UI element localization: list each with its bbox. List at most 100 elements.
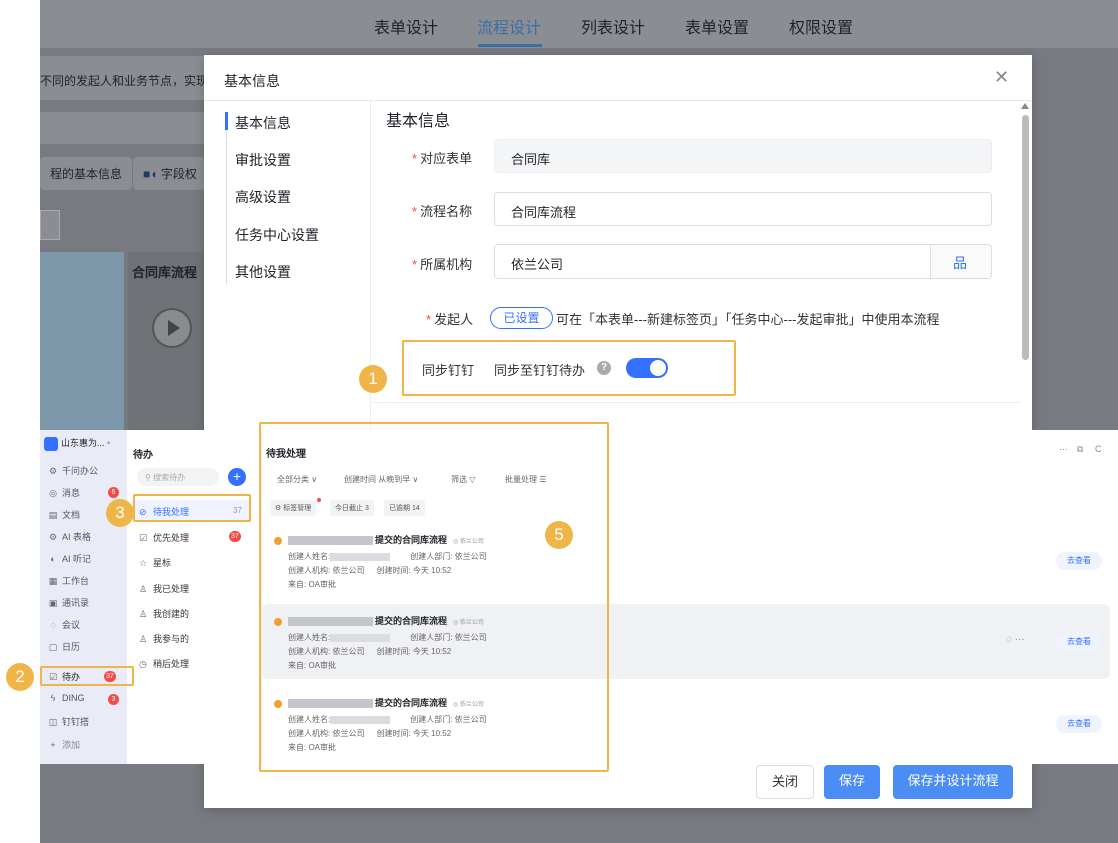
plus-icon: + bbox=[50, 740, 56, 750]
clock-icon: ◷ bbox=[139, 659, 147, 669]
sidebar-item-basic-info[interactable]: 基本信息 bbox=[235, 113, 291, 133]
field-permission-button[interactable]: ■◖ 字段权 bbox=[133, 157, 205, 190]
nav-item-calendar[interactable]: ▢ 日历 bbox=[48, 640, 80, 653]
org-switcher[interactable]: 山东惠为... • bbox=[44, 436, 110, 451]
basic-info-button[interactable]: 程的基本信息 bbox=[40, 157, 133, 190]
callout-5: 5 bbox=[545, 521, 573, 549]
search-placeholder: 搜索待办 bbox=[153, 473, 186, 482]
ding-badge: 3 bbox=[108, 694, 119, 705]
todo-item-later[interactable]: ◷ 稍后处理 bbox=[139, 657, 189, 670]
flow-name-label-text: 流程名称 bbox=[420, 204, 473, 219]
flow-card-title: 合同库流程 bbox=[132, 265, 198, 280]
sync-toggle[interactable] bbox=[626, 358, 668, 378]
form-field: 合同库 bbox=[494, 139, 992, 173]
refresh-icon[interactable]: C bbox=[1095, 444, 1102, 454]
save-button[interactable]: 保存 bbox=[824, 765, 880, 799]
todo-item-star[interactable]: ☆ 星标 bbox=[139, 556, 171, 569]
initiator-label: * 发起人 bbox=[426, 309, 473, 328]
search-icon: ⚲ bbox=[145, 473, 154, 482]
nav-item-ai-listen[interactable]: ◐ AI 听记 bbox=[48, 552, 91, 565]
tab-list-design[interactable]: 列表设计 bbox=[581, 14, 645, 38]
grid-icon: ▦ bbox=[48, 576, 58, 586]
scroll-up-icon[interactable] bbox=[1021, 103, 1029, 109]
qianwen-icon: ⚙ bbox=[48, 466, 58, 476]
callout-2: 2 bbox=[6, 663, 34, 691]
view-button[interactable]: 去查看 bbox=[1056, 633, 1102, 651]
toolbar-bg bbox=[40, 112, 205, 144]
todo-item-label: 我参与的 bbox=[153, 634, 190, 644]
created-icon: ♙ bbox=[139, 609, 148, 619]
scrollbar-thumb[interactable] bbox=[1022, 115, 1029, 360]
nav-label: 通讯录 bbox=[62, 598, 90, 608]
add-todo-button[interactable]: + bbox=[228, 468, 246, 486]
contacts-icon: ▣ bbox=[48, 598, 58, 608]
more-icon[interactable]: ··· bbox=[1059, 444, 1068, 454]
todo-item-created[interactable]: ♙ 我创建的 bbox=[139, 607, 189, 620]
close-button[interactable]: 关闭 bbox=[756, 765, 814, 799]
sidebar-item-approval[interactable]: 审批设置 bbox=[235, 150, 291, 170]
todo-item-label: 我创建的 bbox=[153, 609, 190, 619]
message-icon: ◎ bbox=[49, 488, 57, 498]
star-icon: ☆ bbox=[139, 558, 148, 568]
nav-item-qianwen[interactable]: ⚙ 千问办公 bbox=[48, 464, 98, 477]
divider bbox=[204, 100, 1032, 101]
org-name: 山东惠为... bbox=[61, 438, 105, 448]
nav-item-docs[interactable]: ▤ 文档 bbox=[48, 508, 80, 521]
form-value: 合同库 bbox=[511, 152, 551, 167]
nav-item-meeting[interactable]: ◌ 会议 bbox=[48, 618, 80, 631]
nav-item-dingda[interactable]: ◫ 钉钉搭 bbox=[48, 715, 89, 728]
todo-item-joined[interactable]: ♙ 我参与的 bbox=[139, 632, 189, 645]
org-picker-button[interactable]: 品 bbox=[930, 244, 992, 279]
done-icon: ♙ bbox=[139, 584, 148, 594]
form-label-text: 对应表单 bbox=[420, 151, 473, 166]
sync-label: 同步钉钉 bbox=[422, 363, 475, 378]
play-icon[interactable] bbox=[152, 308, 192, 348]
sidebar-track bbox=[226, 112, 227, 284]
tab-form-settings[interactable]: 表单设置 bbox=[685, 14, 749, 38]
sidebar-item-other[interactable]: 其他设置 bbox=[235, 262, 291, 282]
close-icon[interactable]: ✕ bbox=[994, 67, 1009, 88]
nav-label: AI 表格 bbox=[62, 532, 92, 542]
sidebar-item-task-center[interactable]: 任务中心设置 bbox=[235, 225, 319, 245]
ai-table-icon: ⚙ bbox=[48, 532, 58, 542]
todo-item-done[interactable]: ♙ 我已处理 bbox=[139, 582, 189, 595]
nav-item-ding[interactable]: ϟ DING bbox=[48, 693, 85, 703]
help-icon[interactable]: ? bbox=[597, 361, 611, 375]
messages-badge: 6 bbox=[108, 487, 119, 498]
org-label-text: 所属机构 bbox=[420, 257, 473, 272]
nav-item-workbench[interactable]: ▦ 工作台 bbox=[48, 574, 89, 587]
window-icon[interactable]: ⧉ bbox=[1077, 444, 1083, 455]
nav-label: 文档 bbox=[62, 510, 81, 520]
tab-flow-design[interactable]: 流程设计 bbox=[477, 14, 541, 38]
nav-label: DING bbox=[62, 693, 85, 703]
initiator-set-tag[interactable]: 已设置 bbox=[490, 307, 553, 329]
callout-3: 3 bbox=[106, 499, 134, 527]
view-button[interactable]: 去查看 bbox=[1056, 715, 1102, 733]
nav-item-messages[interactable]: ◎ 消息 bbox=[48, 486, 80, 499]
todo-item-label: 我已处理 bbox=[153, 584, 190, 594]
nav-label: 日历 bbox=[62, 642, 81, 652]
flow-card[interactable]: 合同库流程 bbox=[128, 252, 206, 432]
todo-item-priority[interactable]: ☑ 优先处理 bbox=[139, 531, 189, 544]
nav-item-contacts[interactable]: ▣ 通讯录 bbox=[48, 596, 89, 609]
org-value: 依兰公司 bbox=[511, 257, 564, 272]
view-button[interactable]: 去查看 bbox=[1056, 552, 1102, 570]
nav-item-ai-table[interactable]: ⚙ AI 表格 bbox=[48, 530, 91, 543]
tab-form-design[interactable]: 表单设计 bbox=[374, 14, 438, 38]
sidebar-item-advanced[interactable]: 高级设置 bbox=[235, 187, 291, 207]
meeting-icon: ◌ bbox=[50, 620, 56, 630]
save-and-design-button[interactable]: 保存并设计流程 bbox=[893, 765, 1013, 799]
org-logo-icon bbox=[44, 436, 58, 451]
initiator-label-text: 发起人 bbox=[434, 312, 474, 327]
required-mark: * bbox=[412, 257, 418, 272]
tab-permission-settings[interactable]: 权限设置 bbox=[789, 14, 853, 38]
todo-search-input[interactable]: ⚲ 搜索待办 bbox=[137, 468, 219, 486]
nav-label: 千问办公 bbox=[62, 466, 99, 476]
flow-name-input[interactable]: 合同库流程 bbox=[494, 192, 992, 226]
ding-icon: ϟ bbox=[50, 693, 56, 703]
highlight-box-5 bbox=[259, 422, 609, 772]
org-input[interactable]: 依兰公司 bbox=[494, 244, 931, 279]
nav-item-add[interactable]: + 添加 bbox=[48, 738, 80, 751]
tag-more-icons[interactable]: ◌ ··· bbox=[1006, 634, 1025, 645]
initiator-desc: 可在「本表单---新建标签页」「任务中心---发起审批」中使用本流程 bbox=[556, 312, 940, 327]
